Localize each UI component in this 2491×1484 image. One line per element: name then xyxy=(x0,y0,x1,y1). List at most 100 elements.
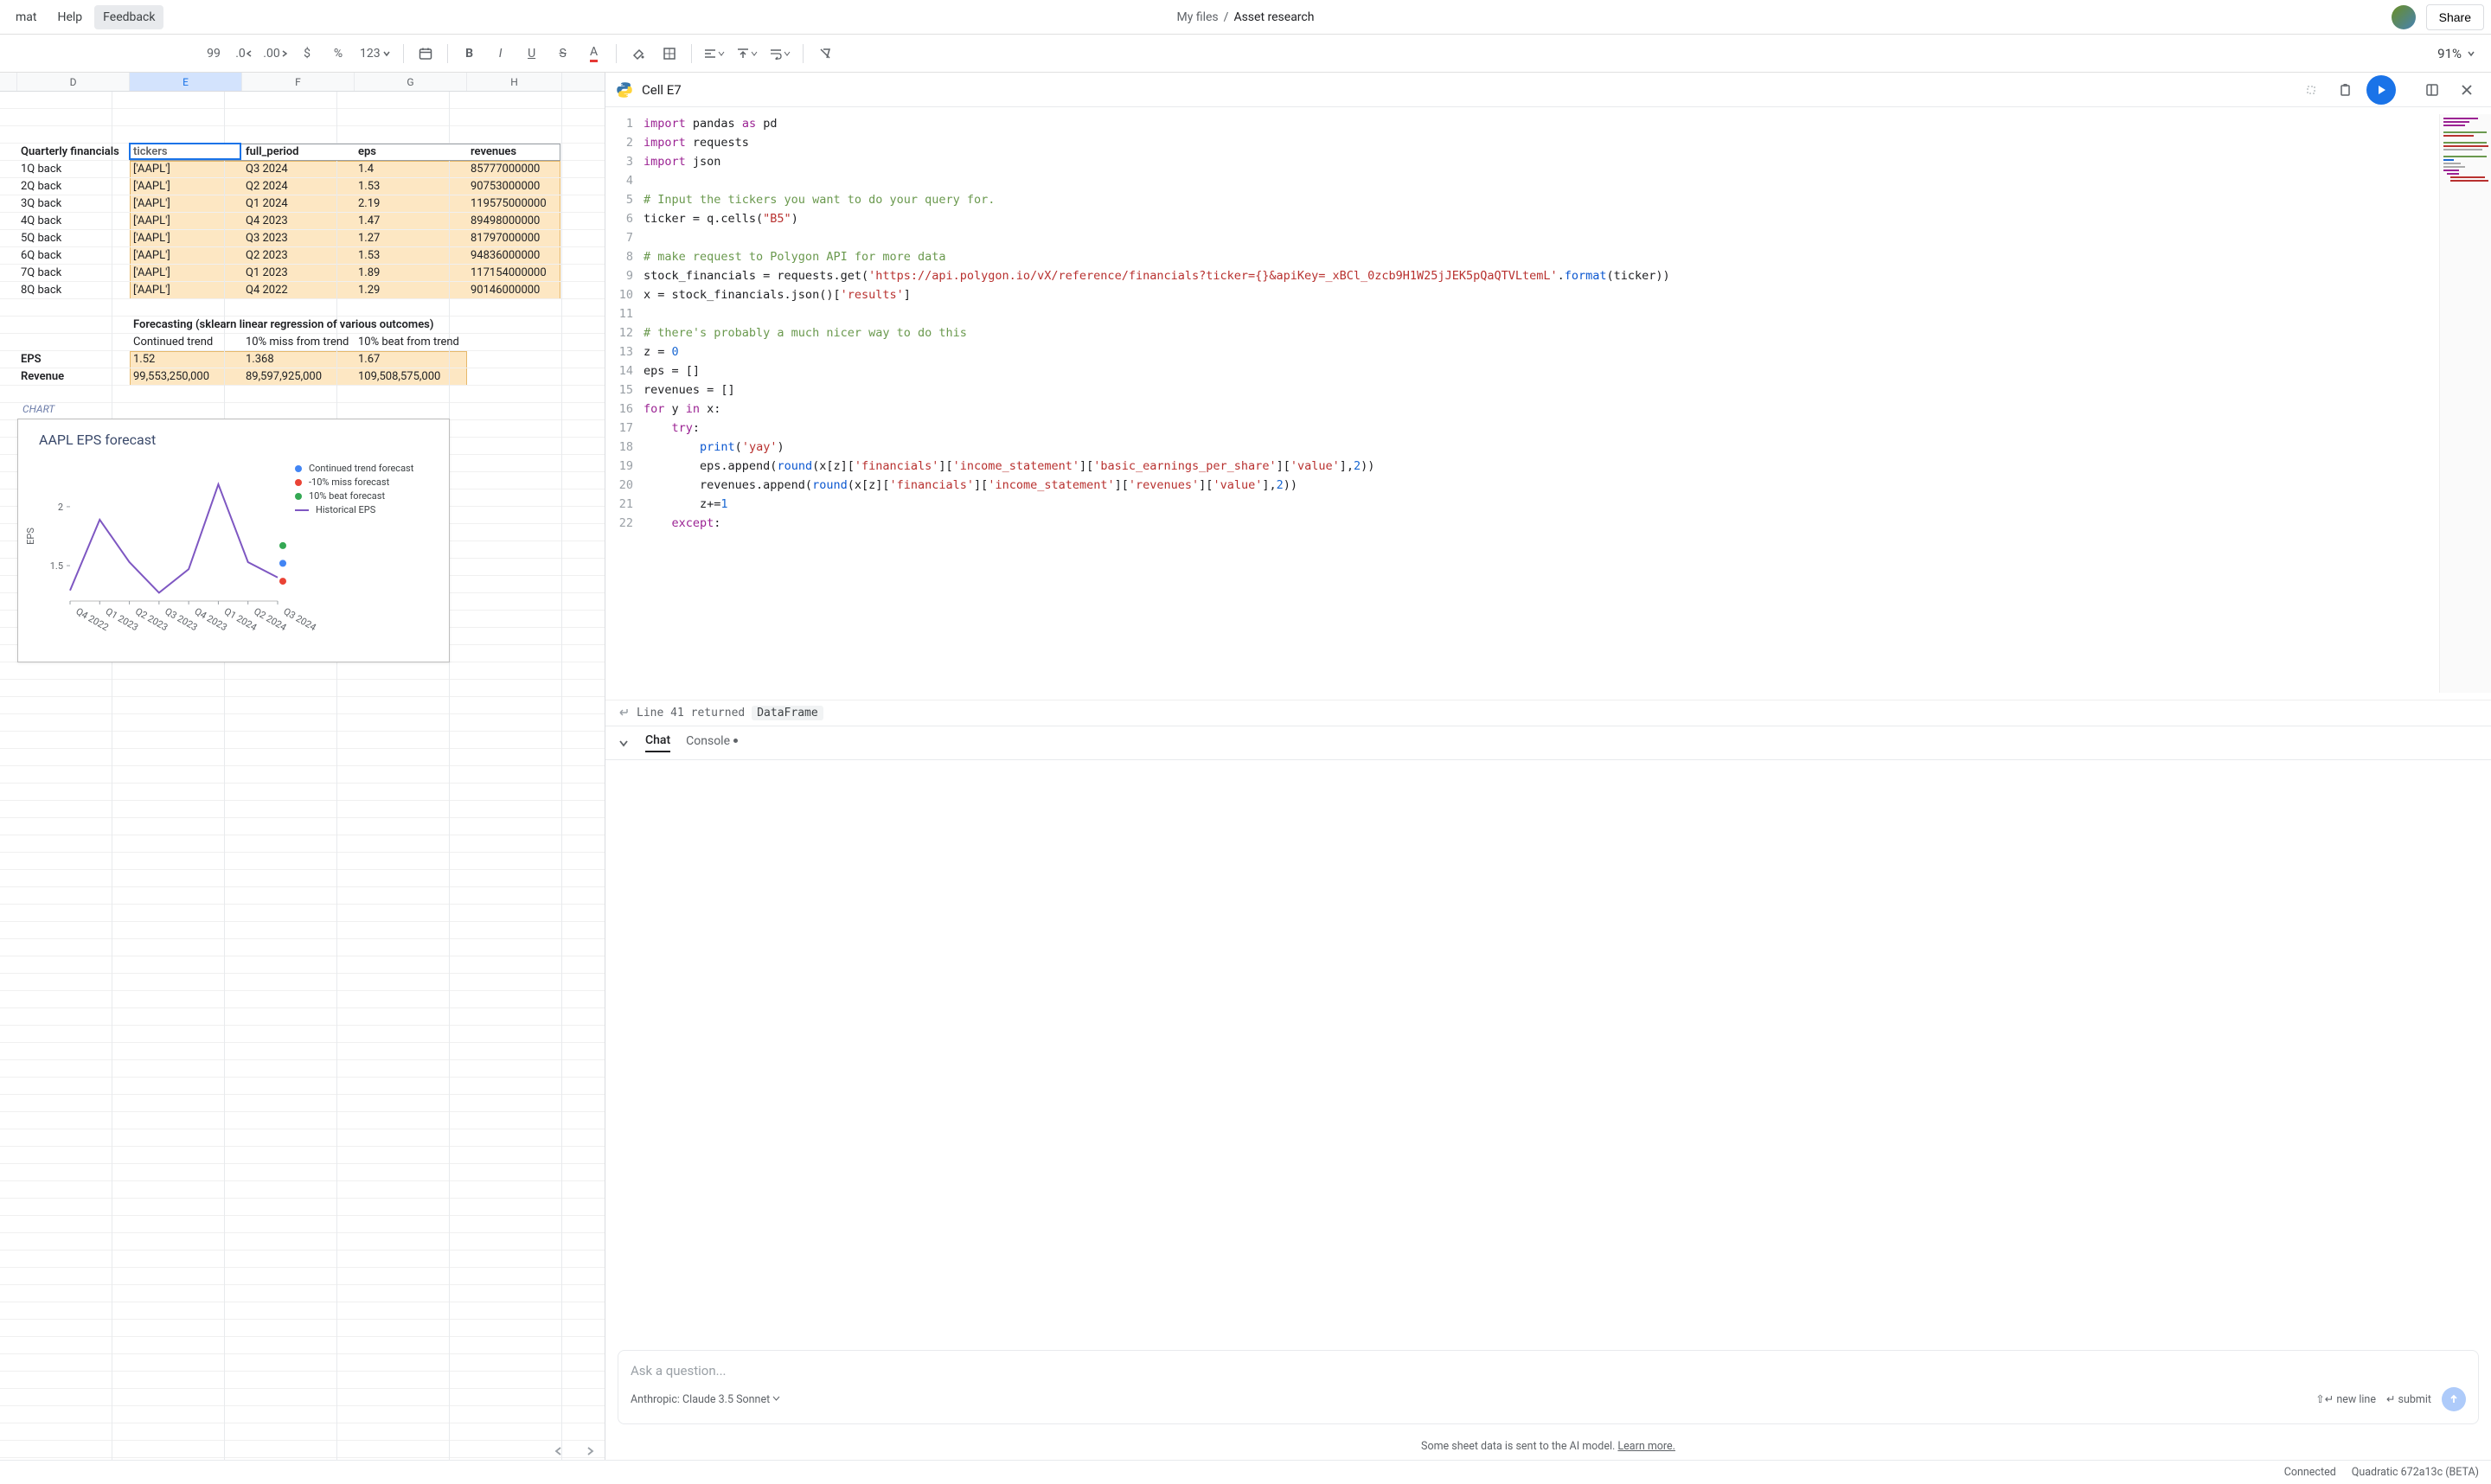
cell[interactable]: 89498000000 xyxy=(467,213,560,230)
cell[interactable]: ['AAPL'] xyxy=(130,247,242,265)
cell[interactable]: 1.29 xyxy=(355,282,467,299)
cell[interactable]: ['AAPL'] xyxy=(130,178,242,195)
cell[interactable]: 1.89 xyxy=(355,265,467,282)
cell[interactable]: 1.67 xyxy=(355,351,467,368)
cell[interactable]: 5Q back xyxy=(17,230,130,247)
cell[interactable]: eps xyxy=(355,144,467,161)
chevron-left-icon[interactable] xyxy=(554,1446,564,1456)
cell[interactable]: ['AAPL'] xyxy=(130,265,242,282)
avatar[interactable] xyxy=(2392,5,2416,29)
column-header-d[interactable]: D xyxy=(17,73,130,91)
cell[interactable]: Q4 2022 xyxy=(242,282,355,299)
cell[interactable]: 85777000000 xyxy=(467,161,560,178)
code-content[interactable]: import pandas as pd import requests impo… xyxy=(644,114,2439,693)
cell[interactable]: 90146000000 xyxy=(467,282,560,299)
chart-container[interactable]: AAPL EPS forecast Continued trend foreca… xyxy=(17,419,450,662)
cell[interactable]: 90753000000 xyxy=(467,178,560,195)
close-button[interactable] xyxy=(2453,76,2481,104)
cell[interactable]: ['AAPL'] xyxy=(130,230,242,247)
clear-formatting-button[interactable] xyxy=(810,39,840,68)
cell[interactable]: 1.53 xyxy=(355,178,467,195)
cell[interactable]: 10% miss from trend xyxy=(242,334,355,351)
chevron-down-icon[interactable] xyxy=(618,737,630,749)
cell[interactable]: 1Q back xyxy=(17,161,130,178)
cell[interactable]: ['AAPL'] xyxy=(130,195,242,213)
cell[interactable]: Q1 2023 xyxy=(242,265,355,282)
horizontal-align-select[interactable] xyxy=(699,39,730,68)
cell[interactable]: Quarterly financials xyxy=(17,144,130,161)
precision-badge[interactable]: 99 xyxy=(199,39,228,68)
column-header-h[interactable]: H xyxy=(467,73,562,91)
cell[interactable]: 7Q back xyxy=(17,265,130,282)
menu-item-help[interactable]: Help xyxy=(48,5,91,29)
cell[interactable]: full_period xyxy=(242,144,355,161)
run-button[interactable] xyxy=(2366,75,2396,105)
cell[interactable]: Continued trend xyxy=(130,334,242,351)
fill-color-button[interactable] xyxy=(624,39,653,68)
share-button[interactable]: Share xyxy=(2426,4,2484,30)
cell[interactable]: Q1 2024 xyxy=(242,195,355,213)
cell[interactable]: 8Q back xyxy=(17,282,130,299)
cell[interactable]: tickers xyxy=(130,144,242,161)
cell[interactable]: 4Q back xyxy=(17,213,130,230)
cell[interactable]: 119575000000 xyxy=(467,195,560,213)
menu-item-feedback[interactable]: Feedback xyxy=(94,5,163,29)
text-color-button[interactable]: A xyxy=(580,39,609,68)
column-header-f[interactable]: F xyxy=(242,73,355,91)
cell[interactable]: 2.19 xyxy=(355,195,467,213)
italic-button[interactable]: I xyxy=(486,39,515,68)
cell[interactable]: Q2 2023 xyxy=(242,247,355,265)
cell[interactable]: Revenue xyxy=(17,368,130,386)
cell[interactable]: 1.52 xyxy=(130,351,242,368)
vertical-align-select[interactable] xyxy=(732,39,763,68)
chevron-right-icon[interactable] xyxy=(585,1446,595,1456)
cell[interactable]: ['AAPL'] xyxy=(130,213,242,230)
cell[interactable]: EPS xyxy=(17,351,130,368)
menu-item-format[interactable]: mat xyxy=(7,5,45,29)
cell[interactable]: 1.4 xyxy=(355,161,467,178)
decrease-decimal-button[interactable]: .0 xyxy=(230,39,259,68)
model-selector[interactable]: Anthropic: Claude 3.5 Sonnet xyxy=(631,1393,780,1406)
zoom-select[interactable]: 91% xyxy=(2429,46,2484,61)
borders-button[interactable] xyxy=(655,39,684,68)
underline-button[interactable]: U xyxy=(517,39,547,68)
percent-button[interactable]: % xyxy=(323,39,353,68)
date-format-button[interactable] xyxy=(411,39,440,68)
text-wrap-select[interactable] xyxy=(765,39,796,68)
learn-more-link[interactable]: Learn more. xyxy=(1617,1440,1675,1453)
cell[interactable]: Q3 2024 xyxy=(242,161,355,178)
cell[interactable]: 89,597,925,000 xyxy=(242,368,355,386)
chat-input[interactable]: Ask a question... Anthropic: Claude 3.5 … xyxy=(618,1350,2479,1424)
column-header-e[interactable]: E xyxy=(130,73,242,91)
copy-button[interactable] xyxy=(2332,76,2360,104)
corner-cell[interactable] xyxy=(0,73,17,91)
cell[interactable]: Q4 2023 xyxy=(242,213,355,230)
cell[interactable]: 1.47 xyxy=(355,213,467,230)
bold-button[interactable]: B xyxy=(455,39,484,68)
layout-toggle-button[interactable] xyxy=(2418,76,2446,104)
cell[interactable]: Q2 2024 xyxy=(242,178,355,195)
column-header-g[interactable]: G xyxy=(355,73,467,91)
cell[interactable]: 109,508,575,000 xyxy=(355,368,467,386)
cell[interactable]: 1.27 xyxy=(355,230,467,247)
send-button[interactable] xyxy=(2442,1387,2466,1411)
cell-selector-button[interactable] xyxy=(2297,76,2325,104)
currency-button[interactable]: $ xyxy=(292,39,322,68)
minimap[interactable] xyxy=(2439,114,2491,693)
cell[interactable]: 6Q back xyxy=(17,247,130,265)
cell[interactable]: revenues xyxy=(467,144,560,161)
cell[interactable]: ['AAPL'] xyxy=(130,282,242,299)
cell[interactable]: 81797000000 xyxy=(467,230,560,247)
number-format-select[interactable]: 123 xyxy=(355,39,396,68)
tab-console[interactable]: Console xyxy=(686,734,738,752)
increase-decimal-button[interactable]: .00 xyxy=(261,39,291,68)
breadcrumb-root[interactable]: My files xyxy=(1177,10,1219,24)
cell[interactable]: Forecasting (sklearn linear regression o… xyxy=(130,317,476,334)
spreadsheet-grid[interactable]: CHART AAPL EPS forecast Continued trend … xyxy=(0,92,605,1460)
code-editor[interactable]: 12345678910111213141516171819202122 impo… xyxy=(605,107,2491,700)
cell[interactable]: 2Q back xyxy=(17,178,130,195)
cell[interactable]: 94836000000 xyxy=(467,247,560,265)
strikethrough-button[interactable]: S xyxy=(548,39,578,68)
cell[interactable]: 1.368 xyxy=(242,351,355,368)
cell[interactable]: 3Q back xyxy=(17,195,130,213)
